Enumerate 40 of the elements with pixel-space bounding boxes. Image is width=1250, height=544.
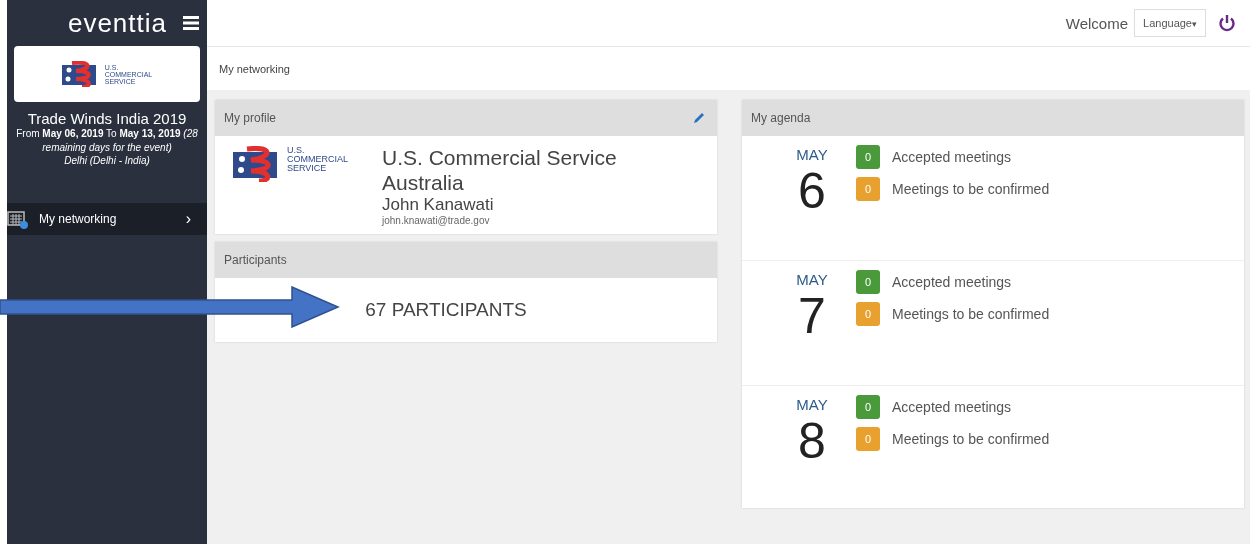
panel-title: My agenda (751, 111, 811, 125)
event-location: Delhi (Delhi - India) (64, 155, 150, 166)
power-icon[interactable] (1218, 14, 1236, 32)
day-number: 8 (798, 413, 826, 469)
meeting-status-label[interactable]: Accepted meetings (892, 149, 1012, 165)
menu-icon[interactable] (183, 16, 199, 30)
day-number: 7 (798, 288, 826, 344)
language-dropdown[interactable]: Language▾ (1134, 9, 1206, 37)
month-label: MAY (796, 271, 828, 288)
count-badge: 0 (856, 395, 880, 419)
chevron-icon: › (185, 210, 191, 228)
month-label: MAY (796, 146, 828, 163)
breadcrumb: My networking (219, 62, 290, 75)
count-badge: 0 (856, 302, 880, 326)
day-number: 6 (798, 163, 826, 219)
count-badge: 0 (856, 427, 880, 451)
meeting-status-label[interactable]: Meetings to be confirmed (892, 181, 1050, 197)
logo-text: COMMERCIAL (287, 155, 348, 164)
logo-text: SERVICE (287, 164, 328, 173)
meeting-status-label[interactable]: Meetings to be confirmed (892, 306, 1050, 322)
event-dates: From May 06, 2019 To May 13, 2019 (28 remaining days for the event) (15, 127, 199, 155)
count-badge: 0 (856, 270, 880, 294)
logo-text: U.S. (287, 146, 306, 155)
participants-count[interactable]: 67 PARTICIPANTS (365, 299, 527, 321)
event-title: Trade Winds India 2019 (27, 110, 187, 127)
meeting-status-label[interactable]: Accepted meetings (892, 399, 1012, 415)
month-label: MAY (796, 396, 828, 413)
panel-title: My profile (224, 111, 276, 125)
company-name: U.S. Commercial Service Australia (382, 145, 618, 195)
count-badge: 0 (856, 177, 880, 201)
count-badge: 0 (856, 145, 880, 169)
meeting-status-label[interactable]: Meetings to be confirmed (892, 431, 1050, 447)
brand-logo: eventtia (67, 7, 167, 39)
person-name: John Kanawati (382, 195, 495, 215)
meeting-status-label[interactable]: Accepted meetings (892, 274, 1012, 290)
edit-icon[interactable] (693, 112, 705, 124)
panel-title: Participants (224, 253, 287, 267)
email-text: john.knawati@trade.gov (382, 215, 491, 226)
welcome-text: Welcome (1065, 14, 1129, 32)
nav-item[interactable]: My networking › (7, 203, 207, 235)
